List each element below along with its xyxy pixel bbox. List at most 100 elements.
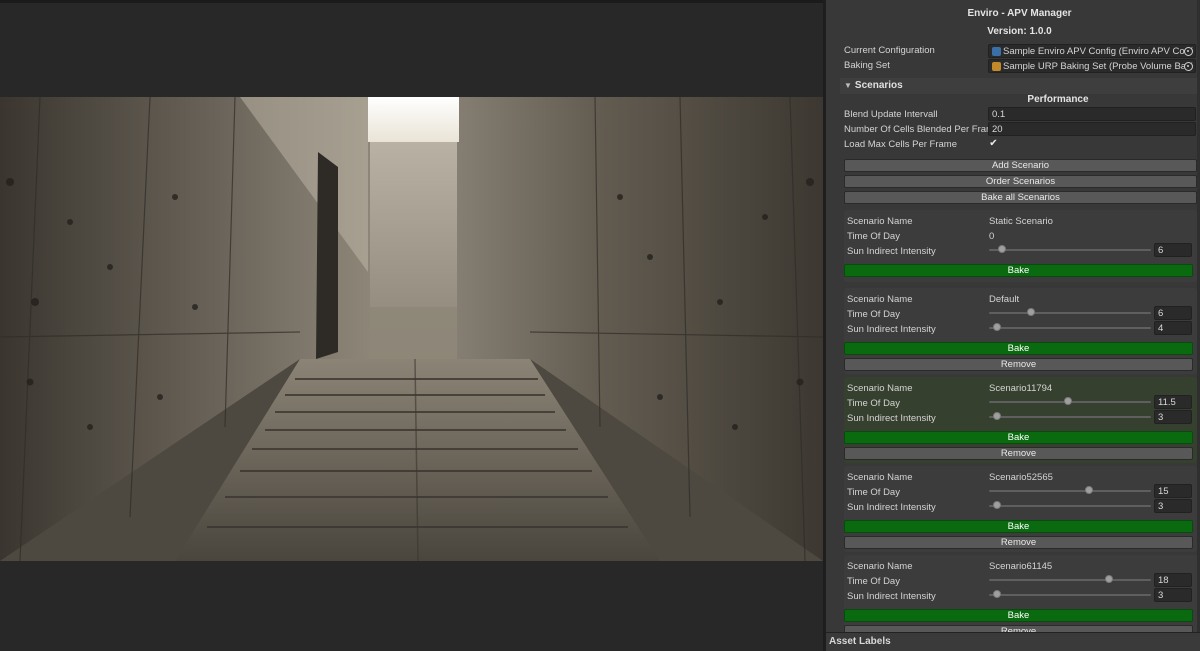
slider-knob[interactable] bbox=[1085, 486, 1094, 494]
scriptable-object-icon bbox=[992, 47, 1001, 56]
slider-knob[interactable] bbox=[993, 590, 1002, 598]
viewport-top-border bbox=[0, 0, 823, 3]
cells-blended-label: Number Of Cells Blended Per Fran bbox=[844, 124, 992, 135]
slider-track bbox=[989, 327, 1151, 329]
scenario-name-label: Scenario Name bbox=[847, 216, 913, 227]
sun-indirect-intensity-slider[interactable] bbox=[989, 412, 1151, 422]
slider-knob[interactable] bbox=[997, 245, 1006, 253]
baking-set-value: Sample URP Baking Set (Probe Volume Baki bbox=[1003, 61, 1193, 72]
scenario-card: Scenario Name Default Time Of Day 6 Sun … bbox=[844, 288, 1197, 374]
scenario-name-label: Scenario Name bbox=[847, 561, 913, 572]
time-of-day-label: Time Of Day bbox=[847, 231, 900, 242]
slider-knob[interactable] bbox=[993, 501, 1002, 509]
time-of-day-input[interactable]: 18 bbox=[1154, 573, 1192, 587]
time-of-day-slider[interactable] bbox=[989, 397, 1151, 407]
slider-knob[interactable] bbox=[1027, 308, 1036, 316]
slider-track bbox=[989, 416, 1151, 418]
scenario-name-value[interactable]: Default bbox=[989, 294, 1019, 305]
foldout-arrow-icon: ▼ bbox=[844, 81, 852, 90]
sun-indirect-intensity-input[interactable]: 3 bbox=[1154, 410, 1192, 424]
bake-button[interactable]: Bake bbox=[844, 342, 1193, 355]
scenario-name-value[interactable]: Scenario11794 bbox=[989, 383, 1052, 394]
time-of-day-slider[interactable] bbox=[989, 308, 1151, 318]
slider-knob[interactable] bbox=[993, 412, 1002, 420]
remove-button[interactable]: Remove bbox=[844, 447, 1193, 460]
scene-viewport[interactable] bbox=[0, 0, 823, 651]
time-of-day-input[interactable]: 15 bbox=[1154, 484, 1192, 498]
time-of-day-slider[interactable] bbox=[989, 486, 1151, 496]
sun-indirect-intensity-label: Sun Indirect Intensity bbox=[847, 591, 936, 602]
time-of-day-input[interactable]: 6 bbox=[1154, 306, 1192, 320]
remove-button[interactable]: Remove bbox=[844, 358, 1193, 371]
sun-indirect-intensity-input[interactable]: 6 bbox=[1154, 243, 1192, 257]
scenario-name-value[interactable]: Scenario61145 bbox=[989, 561, 1052, 572]
sun-indirect-intensity-input[interactable]: 3 bbox=[1154, 588, 1192, 602]
slider-track bbox=[989, 594, 1151, 596]
version-label: Version: 1.0.0 bbox=[987, 26, 1052, 37]
sun-indirect-intensity-input[interactable]: 3 bbox=[1154, 499, 1192, 513]
inspector-panel: Enviro - APV Manager Version: 1.0.0 Curr… bbox=[823, 0, 1200, 651]
sun-indirect-intensity-slider[interactable] bbox=[989, 245, 1151, 255]
time-of-day-input[interactable]: 11.5 bbox=[1154, 395, 1192, 409]
component-title: Enviro - APV Manager bbox=[967, 8, 1072, 19]
sun-indirect-intensity-slider[interactable] bbox=[989, 323, 1151, 333]
rendered-scene-image bbox=[0, 97, 823, 561]
baking-set-icon bbox=[992, 62, 1001, 71]
time-of-day-value: 0 bbox=[989, 231, 995, 242]
performance-header: Performance bbox=[1027, 94, 1089, 105]
current-configuration-field[interactable]: Sample Enviro APV Config (Enviro APV Con… bbox=[988, 44, 1196, 58]
slider-track bbox=[989, 312, 1151, 314]
time-of-day-label: Time Of Day bbox=[847, 398, 900, 409]
time-of-day-label: Time Of Day bbox=[847, 576, 900, 587]
object-picker-icon[interactable] bbox=[1184, 47, 1193, 56]
bake-button[interactable]: Bake bbox=[844, 264, 1193, 277]
current-configuration-label: Current Configuration bbox=[844, 45, 935, 56]
baking-set-label: Baking Set bbox=[844, 60, 890, 71]
scenarios-foldout-label: Scenarios bbox=[854, 80, 903, 91]
asset-labels-bar[interactable]: Asset Labels bbox=[826, 632, 1200, 651]
blend-update-interval-input[interactable]: 0.1 bbox=[988, 107, 1196, 121]
load-max-cells-checkbox[interactable]: ✔ bbox=[988, 138, 999, 149]
sun-indirect-intensity-input[interactable]: 4 bbox=[1154, 321, 1192, 335]
scenario-name-label: Scenario Name bbox=[847, 472, 913, 483]
blend-update-interval-label: Blend Update Intervall bbox=[844, 109, 938, 120]
remove-button[interactable]: Remove bbox=[844, 625, 1193, 632]
baking-set-field[interactable]: Sample URP Baking Set (Probe Volume Baki bbox=[988, 59, 1196, 73]
time-of-day-slider[interactable] bbox=[989, 575, 1151, 585]
sun-indirect-intensity-slider[interactable] bbox=[989, 590, 1151, 600]
object-picker-icon[interactable] bbox=[1184, 62, 1193, 71]
scenario-card: Scenario Name Scenario11794 Time Of Day … bbox=[844, 377, 1197, 463]
scenario-name-label: Scenario Name bbox=[847, 383, 913, 394]
slider-track bbox=[989, 249, 1151, 251]
slider-track bbox=[989, 505, 1151, 507]
sun-indirect-intensity-label: Sun Indirect Intensity bbox=[847, 502, 936, 513]
current-configuration-value: Sample Enviro APV Config (Enviro APV Con… bbox=[1003, 46, 1193, 57]
bake-button[interactable]: Bake bbox=[844, 431, 1193, 444]
slider-knob[interactable] bbox=[1064, 397, 1073, 405]
sun-indirect-intensity-label: Sun Indirect Intensity bbox=[847, 246, 936, 257]
time-of-day-label: Time Of Day bbox=[847, 487, 900, 498]
bake-button[interactable]: Bake bbox=[844, 520, 1193, 533]
slider-track bbox=[989, 579, 1151, 581]
scenario-card: Scenario Name Static Scenario Time Of Da… bbox=[844, 210, 1197, 282]
scenario-card: Scenario Name Scenario61145 Time Of Day … bbox=[844, 555, 1197, 632]
sun-indirect-intensity-label: Sun Indirect Intensity bbox=[847, 324, 936, 335]
slider-knob[interactable] bbox=[993, 323, 1002, 331]
scenario-name-label: Scenario Name bbox=[847, 294, 913, 305]
remove-button[interactable]: Remove bbox=[844, 536, 1193, 549]
cells-blended-input[interactable]: 20 bbox=[988, 122, 1196, 136]
inspector-content: Enviro - APV Manager Version: 1.0.0 Curr… bbox=[840, 0, 1199, 632]
slider-track bbox=[989, 490, 1151, 492]
bake-button[interactable]: Bake bbox=[844, 609, 1193, 622]
add-scenario-button[interactable]: Add Scenario bbox=[844, 159, 1197, 172]
scenarios-foldout[interactable]: ▼ Scenarios bbox=[840, 78, 1199, 94]
scenario-card: Scenario Name Scenario52565 Time Of Day … bbox=[844, 466, 1197, 552]
scenario-name-value[interactable]: Static Scenario bbox=[989, 216, 1053, 227]
load-max-cells-label: Load Max Cells Per Frame bbox=[844, 139, 957, 150]
scenario-name-value[interactable]: Scenario52565 bbox=[989, 472, 1053, 483]
sun-indirect-intensity-slider[interactable] bbox=[989, 501, 1151, 511]
sun-indirect-intensity-label: Sun Indirect Intensity bbox=[847, 413, 936, 424]
order-scenarios-button[interactable]: Order Scenarios bbox=[844, 175, 1197, 188]
slider-knob[interactable] bbox=[1104, 575, 1113, 583]
bake-all-scenarios-button[interactable]: Bake all Scenarios bbox=[844, 191, 1197, 204]
